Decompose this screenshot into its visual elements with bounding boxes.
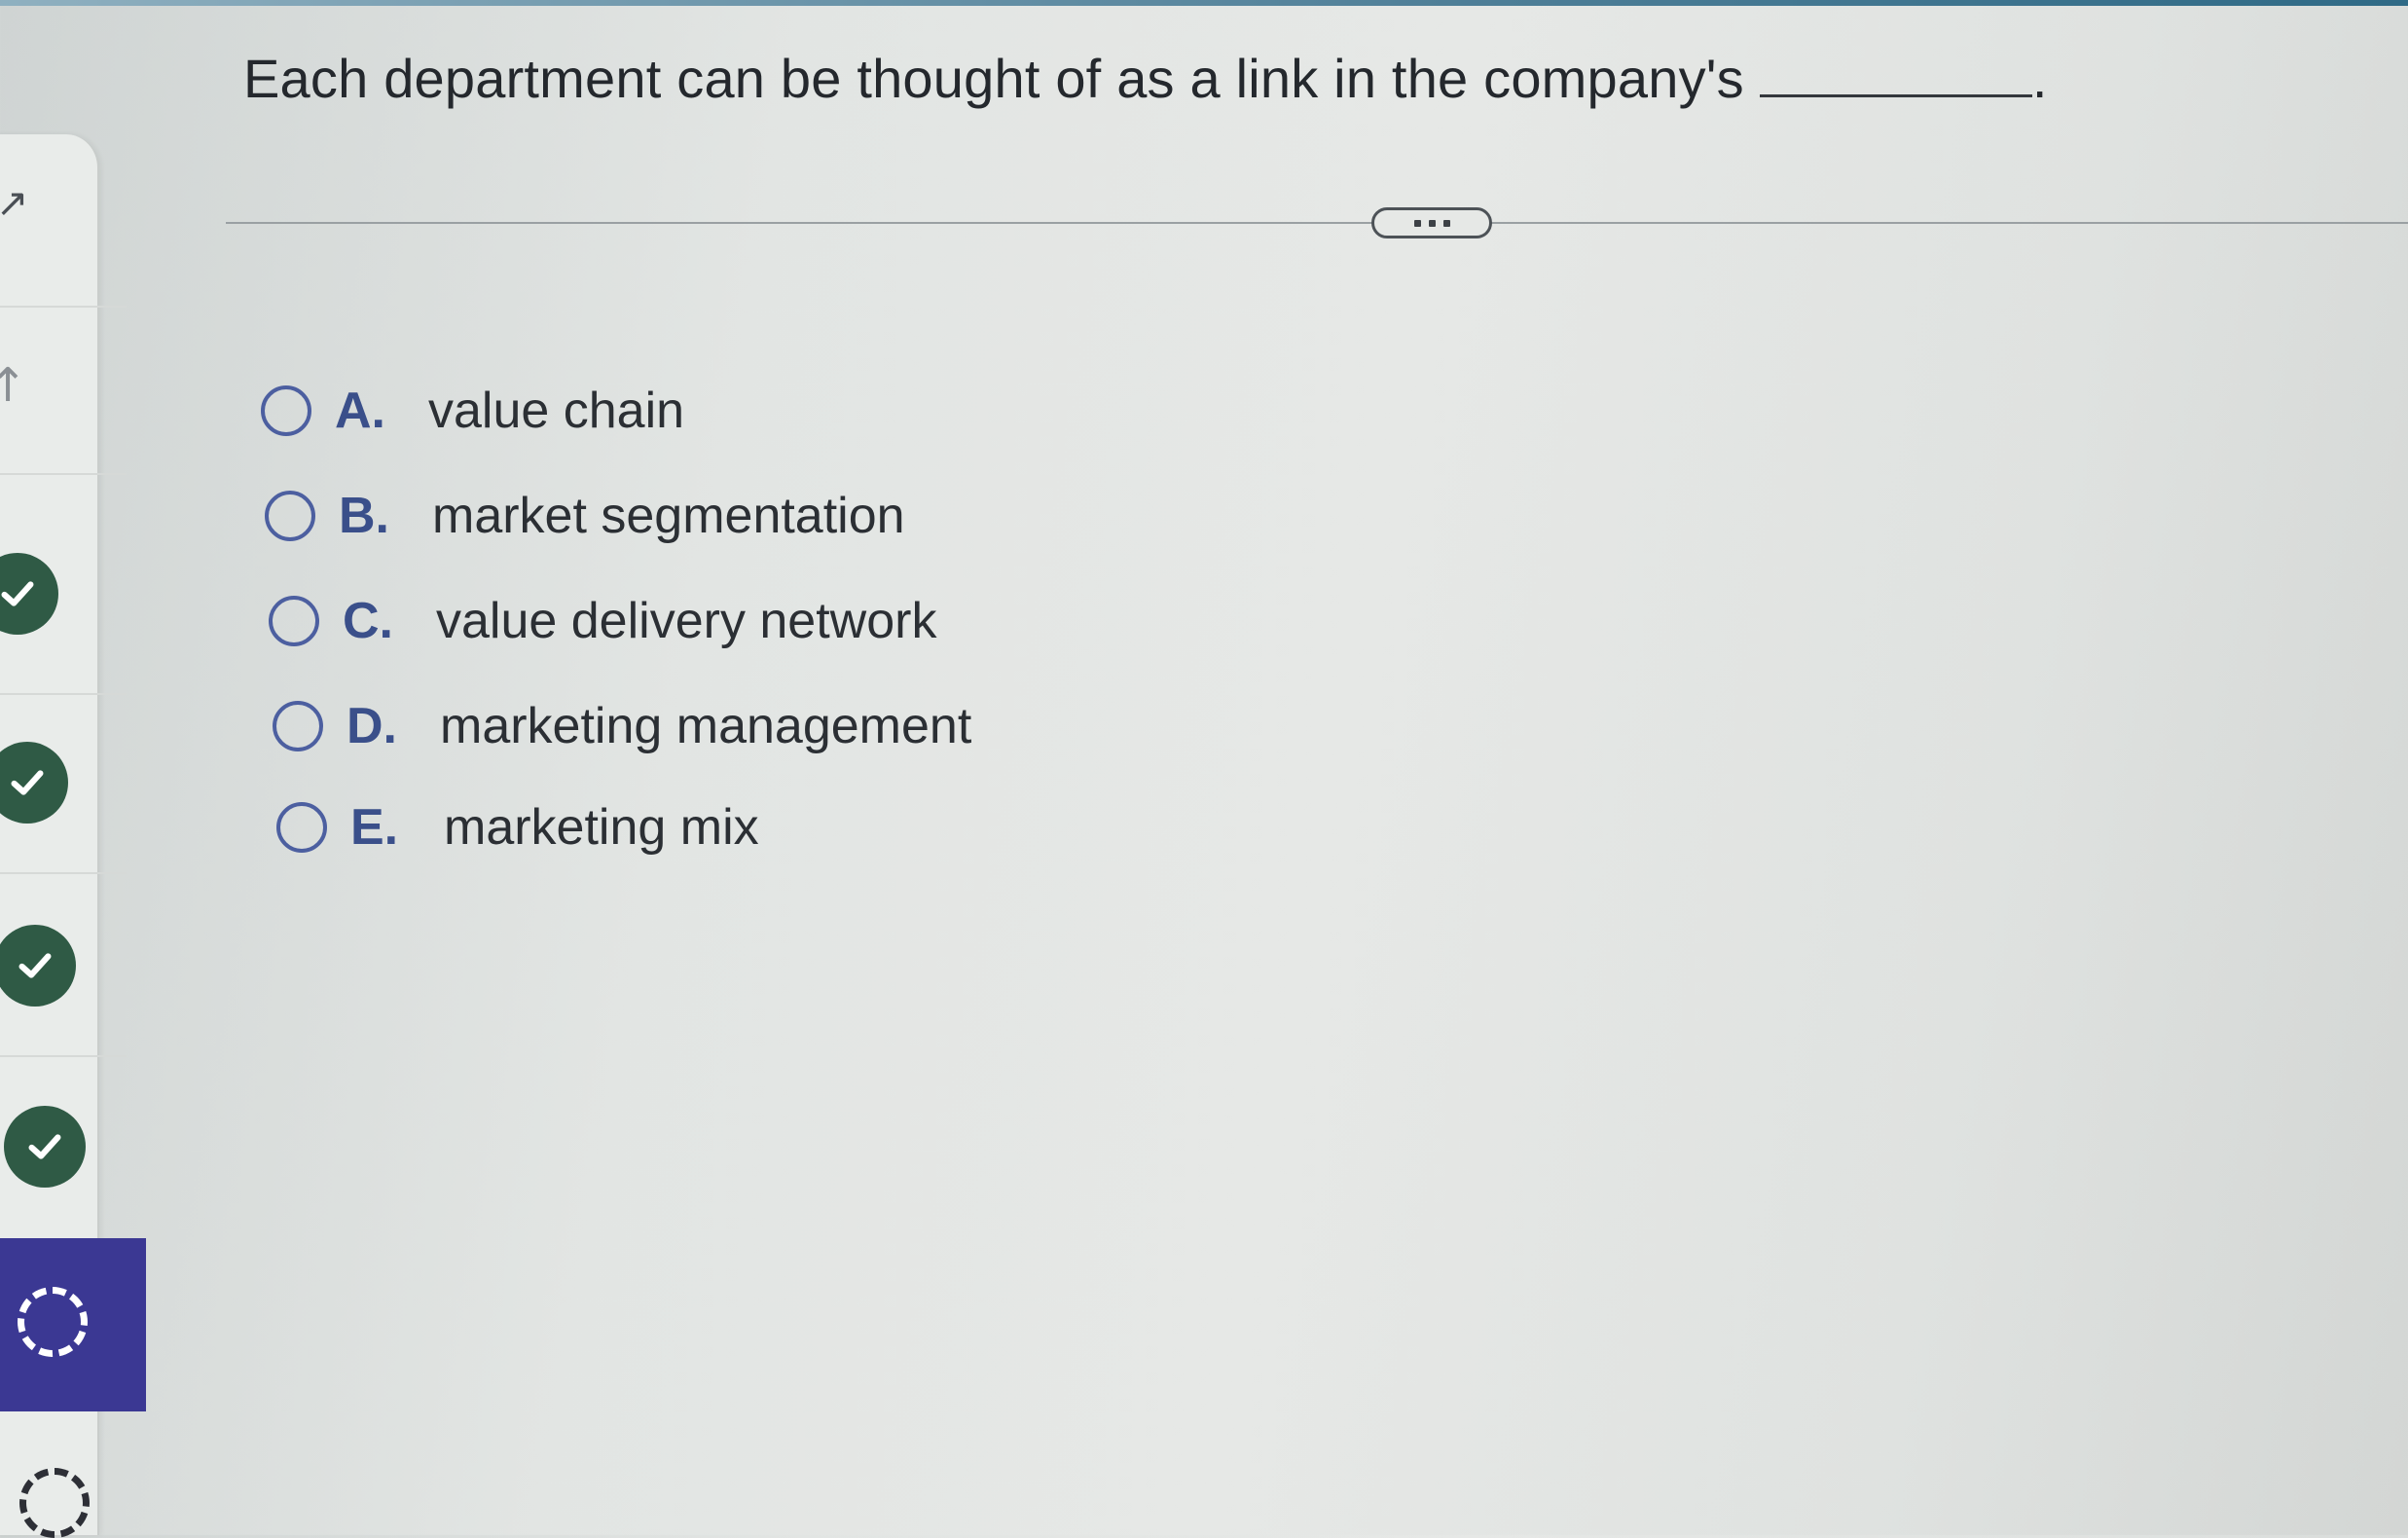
answer-option-d[interactable]: D. marketing management [273, 697, 971, 755]
radio-button[interactable] [276, 802, 327, 853]
expand-more-button[interactable] [1371, 207, 1492, 238]
expand-arrow-icon[interactable]: ↗ [0, 181, 29, 226]
answer-option-e[interactable]: E. marketing mix [276, 798, 759, 857]
option-label[interactable]: value delivery network [436, 592, 936, 650]
sidebar-divider [0, 1055, 127, 1057]
option-letter: B. [339, 488, 389, 544]
top-accent-bar [0, 0, 2408, 6]
option-label[interactable]: value chain [428, 382, 684, 440]
answer-option-a[interactable]: A. value chain [261, 382, 684, 440]
completed-check-icon[interactable] [4, 1106, 86, 1188]
answer-option-b[interactable]: B. market segmentation [265, 487, 905, 545]
question-navigation-sidebar: ↗ ↑ [0, 0, 148, 1538]
question-stem: Each department can be thought of as a l… [243, 48, 1744, 109]
radio-button[interactable] [261, 385, 311, 436]
sidebar-divider [0, 872, 127, 874]
ellipsis-icon [1428, 219, 1436, 227]
option-label[interactable]: marketing management [440, 697, 971, 755]
in-progress-ring-icon [18, 1287, 88, 1357]
radio-button[interactable] [265, 491, 315, 541]
question-text: Each department can be thought of as a l… [243, 47, 2048, 110]
radio-button[interactable] [269, 596, 319, 646]
sidebar-divider [0, 473, 127, 475]
option-letter: D. [347, 698, 397, 754]
option-letter: A. [335, 383, 385, 439]
radio-button[interactable] [273, 701, 323, 751]
question-end-punct: . [2031, 48, 2048, 109]
option-letter: E. [350, 799, 399, 856]
option-label[interactable]: market segmentation [432, 487, 905, 545]
option-letter: C. [343, 593, 393, 649]
ellipsis-icon [1442, 219, 1450, 227]
up-arrow-icon[interactable]: ↑ [0, 358, 27, 413]
answer-option-c[interactable]: C. value delivery network [269, 592, 936, 650]
sidebar-divider [0, 306, 127, 308]
option-label[interactable]: marketing mix [444, 798, 759, 857]
not-started-ring-icon[interactable] [19, 1468, 90, 1538]
question-separator [226, 222, 2408, 224]
ellipsis-icon [1413, 219, 1421, 227]
answer-blank [1759, 48, 2032, 97]
sidebar-divider [0, 693, 127, 695]
